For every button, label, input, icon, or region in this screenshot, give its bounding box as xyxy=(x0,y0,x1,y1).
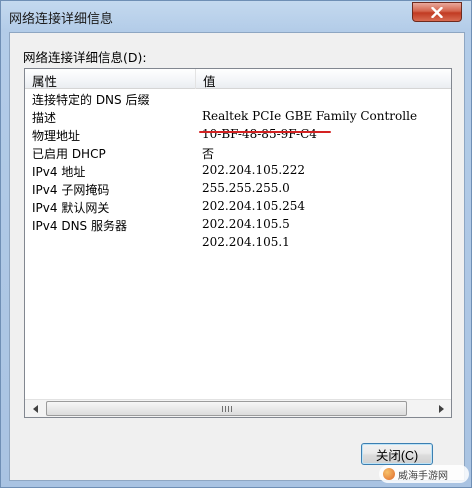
watermark-text: 威海手游网 xyxy=(398,470,448,482)
table-row[interactable]: IPv4 默认网关 202.204.105.254 xyxy=(25,198,451,216)
listview-rows: 连接特定的 DNS 后缀 描述 Realtek PCIe GBE Family … xyxy=(25,90,451,252)
dialog-window: 网络连接详细信息 网络连接详细信息(D): 属性 值 连接特定的 DNS 后缀 … xyxy=(0,0,472,488)
title-bar[interactable]: 网络连接详细信息 xyxy=(1,1,471,31)
column-separator[interactable] xyxy=(195,69,196,89)
row-property: 已启用 DHCP xyxy=(32,147,106,161)
row-value: 202.204.105.5 xyxy=(202,217,290,231)
table-row[interactable]: 202.204.105.1 xyxy=(25,234,451,252)
row-property: 物理地址 xyxy=(32,129,81,143)
listview-header: 属性 值 xyxy=(25,69,451,89)
table-row[interactable]: IPv4 子网掩码 255.255.255.0 xyxy=(25,180,451,198)
watermark-logo-icon xyxy=(383,468,395,480)
row-value: Realtek PCIe GBE Family Controlle xyxy=(202,109,418,123)
table-row[interactable]: 物理地址 10-BF-48-85-9F-C4 xyxy=(25,126,451,144)
scroll-left-icon xyxy=(32,405,38,413)
row-value: 202.204.105.1 xyxy=(202,235,290,249)
details-label: 网络连接详细信息(D): xyxy=(23,50,147,65)
dialog-client-area: 网络连接详细信息(D): 属性 值 连接特定的 DNS 后缀 描述 Realte… xyxy=(9,32,465,481)
row-property: 连接特定的 DNS 后缀 xyxy=(32,93,150,107)
scroll-right-button[interactable] xyxy=(432,401,449,417)
column-header-property[interactable]: 属性 xyxy=(32,71,57,90)
scroll-right-icon xyxy=(438,405,444,413)
horizontal-scrollbar[interactable] xyxy=(25,399,451,417)
table-row[interactable]: 连接特定的 DNS 后缀 xyxy=(25,90,451,108)
row-property: IPv4 地址 xyxy=(32,165,86,179)
window-title: 网络连接详细信息 xyxy=(9,12,114,27)
mac-address-highlight xyxy=(199,131,331,133)
row-value: 202.204.105.222 xyxy=(202,163,306,177)
close-button[interactable]: 关闭(C) xyxy=(361,443,433,465)
site-watermark: 威海手游网 xyxy=(379,465,469,483)
window-close-button[interactable] xyxy=(412,2,462,22)
table-row[interactable]: 已启用 DHCP 否 xyxy=(25,144,451,162)
row-property: 描述 xyxy=(32,111,57,125)
scroll-left-button[interactable] xyxy=(27,401,44,417)
row-property: IPv4 子网掩码 xyxy=(32,183,110,197)
row-value: 255.255.255.0 xyxy=(202,181,290,195)
scrollbar-thumb[interactable] xyxy=(46,401,407,416)
row-value: 否 xyxy=(202,147,215,161)
row-value: 10-BF-48-85-9F-C4 xyxy=(202,127,317,141)
grip-icon xyxy=(221,405,232,412)
table-row[interactable]: IPv4 地址 202.204.105.222 xyxy=(25,162,451,180)
table-row[interactable]: 描述 Realtek PCIe GBE Family Controlle xyxy=(25,108,451,126)
row-property: IPv4 DNS 服务器 xyxy=(32,219,127,233)
row-property: IPv4 默认网关 xyxy=(32,201,110,215)
row-value: 202.204.105.254 xyxy=(202,199,306,213)
details-listview[interactable]: 属性 值 连接特定的 DNS 后缀 描述 Realtek PCIe GBE Fa… xyxy=(24,68,452,418)
close-icon xyxy=(431,6,443,18)
column-header-value[interactable]: 值 xyxy=(203,71,216,90)
table-row[interactable]: IPv4 DNS 服务器 202.204.105.5 xyxy=(25,216,451,234)
